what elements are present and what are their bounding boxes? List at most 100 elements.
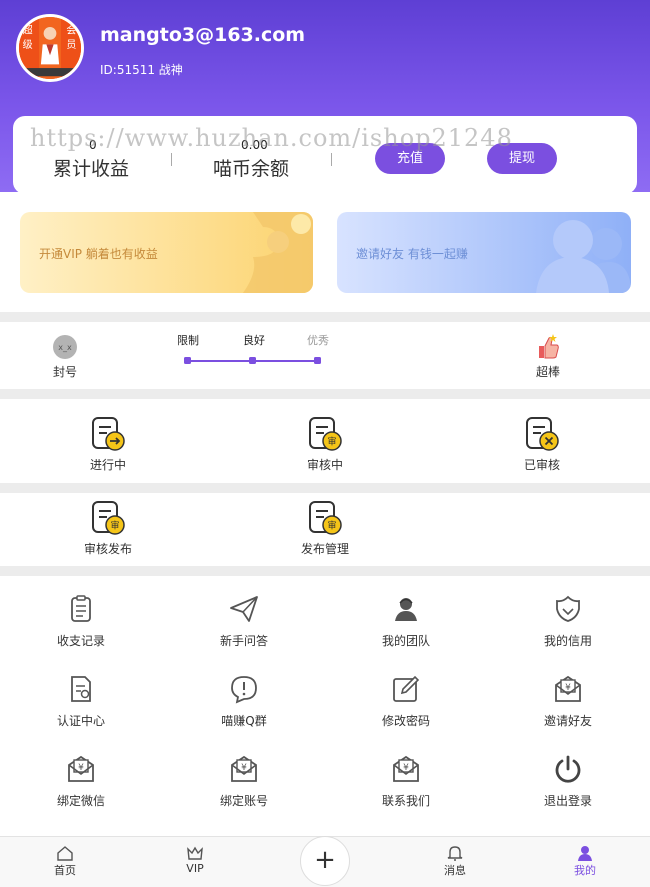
team-icon [395, 598, 417, 621]
user-email: mangto3@163.com [100, 24, 306, 46]
menu-label: 我的团队 [381, 634, 430, 648]
sad-face-icon: x_x [53, 335, 77, 359]
yuan-envelope-icon: ¥ [231, 755, 257, 782]
yuan-envelope-icon: ¥ [555, 675, 581, 702]
svg-text:x_x: x_x [58, 343, 72, 352]
puzzle-icon [243, 212, 313, 293]
banned-label: 封号 [52, 365, 77, 379]
menu-bind-wechat[interactable]: ¥ 绑定微信 [31, 754, 131, 809]
bell-icon [447, 846, 463, 861]
avatar-badge-text-1: 超 [23, 23, 33, 36]
publish-manage-label: 发布管理 [300, 542, 349, 556]
publish-manage-icon: 审 [309, 501, 342, 535]
credit-level-excellent: 优秀 [307, 334, 329, 347]
excellent-label: 超棒 [535, 365, 560, 379]
chat-alert-icon [231, 676, 257, 704]
menu-my-credit[interactable]: 我的信用 [518, 594, 618, 649]
tab-home[interactable]: 首页 [35, 845, 95, 878]
thumbs-up-icon [539, 334, 559, 359]
coin-balance-label[interactable]: 喵币余额 [213, 154, 289, 181]
review-publish-label: 审核发布 [83, 542, 132, 556]
certificate-icon [71, 676, 91, 702]
people-icon [536, 220, 631, 293]
menu-label: 收支记录 [56, 634, 105, 648]
watermark: https://www.huzhan.com/ishop21248 [30, 124, 513, 152]
order-reviewed[interactable]: 已审核 [502, 416, 582, 473]
section-divider [0, 389, 650, 399]
invite-banner[interactable]: 邀请好友 有钱一起赚 [337, 212, 631, 293]
shield-icon [556, 595, 580, 622]
tab-mine[interactable]: 我的 [555, 845, 615, 878]
tab-mine-label: 我的 [574, 864, 596, 877]
menu-label: 绑定微信 [56, 794, 105, 808]
avatar-badge-text-4: 员 [66, 39, 76, 51]
menu-invite-friends[interactable]: ¥ 邀请好友 [518, 674, 618, 729]
menu-label: 喵赚Q群 [221, 714, 267, 728]
vip-banner[interactable]: 开通VIP 躺着也有收益 [20, 212, 313, 293]
menu-label: 新手问答 [219, 634, 268, 648]
menu-qq-group[interactable]: 喵赚Q群 [194, 674, 294, 729]
publish-manage[interactable]: 审 发布管理 [285, 500, 365, 557]
menu-label: 邀请好友 [543, 714, 592, 728]
vip-banner-text: 开通VIP 躺着也有收益 [39, 247, 158, 261]
user-id: ID:51511 战神 [100, 63, 183, 77]
section-divider [0, 566, 650, 576]
invite-banner-text: 邀请好友 有钱一起赚 [356, 247, 468, 261]
menu-my-team[interactable]: 我的团队 [356, 594, 456, 649]
review-publish-icon: 审 [92, 501, 125, 535]
yuan-envelope-icon: ¥ [68, 755, 94, 782]
tab-messages-label: 消息 [444, 864, 466, 877]
menu-label: 我的信用 [543, 634, 592, 648]
divider [331, 153, 332, 166]
tab-bar: 首页 VIP + 消息 我的 [0, 836, 650, 887]
total-earnings-label[interactable]: 累计收益 [53, 154, 129, 181]
tab-home-label: 首页 [54, 864, 76, 877]
avatar-badge-text-2: 级 [23, 39, 33, 51]
review-publish[interactable]: 审 审核发布 [68, 500, 148, 557]
task-reviewing-icon: 审 [309, 417, 342, 451]
menu-bind-account[interactable]: ¥ 绑定账号 [194, 754, 294, 809]
order-reviewing[interactable]: 审 审核中 [285, 416, 365, 473]
paper-plane-icon [230, 596, 258, 622]
menu-certification[interactable]: 认证中心 [31, 674, 131, 729]
section-divider [0, 312, 650, 322]
credit-level-restricted: 限制 [177, 334, 199, 347]
tab-messages[interactable]: 消息 [425, 845, 485, 878]
power-icon [555, 755, 581, 783]
divider [171, 153, 172, 166]
order-in-progress-label: 进行中 [89, 458, 126, 472]
menu-label: 修改密码 [381, 714, 430, 728]
svg-text:审: 审 [327, 436, 336, 448]
svg-text:审: 审 [110, 520, 119, 532]
user-icon [578, 846, 592, 861]
edit-icon [393, 675, 420, 702]
menu-beginner-faq[interactable]: 新手问答 [194, 594, 294, 649]
menu-label: 绑定账号 [219, 794, 268, 808]
credit-progress-bar [184, 357, 321, 364]
credit-level-good: 良好 [243, 334, 265, 347]
menu-change-password[interactable]: 修改密码 [356, 674, 456, 729]
yuan-envelope-icon: ¥ [393, 755, 419, 782]
excellent-status: 超棒 [528, 332, 568, 380]
task-reviewed-icon [526, 417, 559, 451]
clipboard-icon [71, 595, 91, 622]
menu-label: 退出登录 [543, 794, 592, 808]
order-reviewing-label: 审核中 [306, 458, 343, 472]
menu-label: 联系我们 [381, 794, 430, 808]
tab-vip-label: VIP [186, 862, 204, 875]
svg-text:审: 审 [327, 520, 336, 532]
menu-contact-us[interactable]: ¥ 联系我们 [356, 754, 456, 809]
avatar-badge-text-3: 会 [66, 23, 76, 36]
task-in-progress-icon [92, 417, 125, 451]
banned-status: x_x 封号 [45, 334, 85, 380]
tab-vip[interactable]: VIP [165, 845, 225, 875]
menu-logout[interactable]: 退出登录 [518, 754, 618, 809]
order-reviewed-label: 已审核 [523, 458, 560, 472]
order-in-progress[interactable]: 进行中 [68, 416, 148, 473]
menu-label: 认证中心 [56, 714, 105, 728]
menu-income-records[interactable]: 收支记录 [31, 594, 131, 649]
plus-button[interactable]: + [300, 836, 350, 886]
crown-icon [187, 846, 203, 860]
section-divider [0, 483, 650, 493]
avatar[interactable]: 超 级 会 员 [16, 14, 84, 82]
